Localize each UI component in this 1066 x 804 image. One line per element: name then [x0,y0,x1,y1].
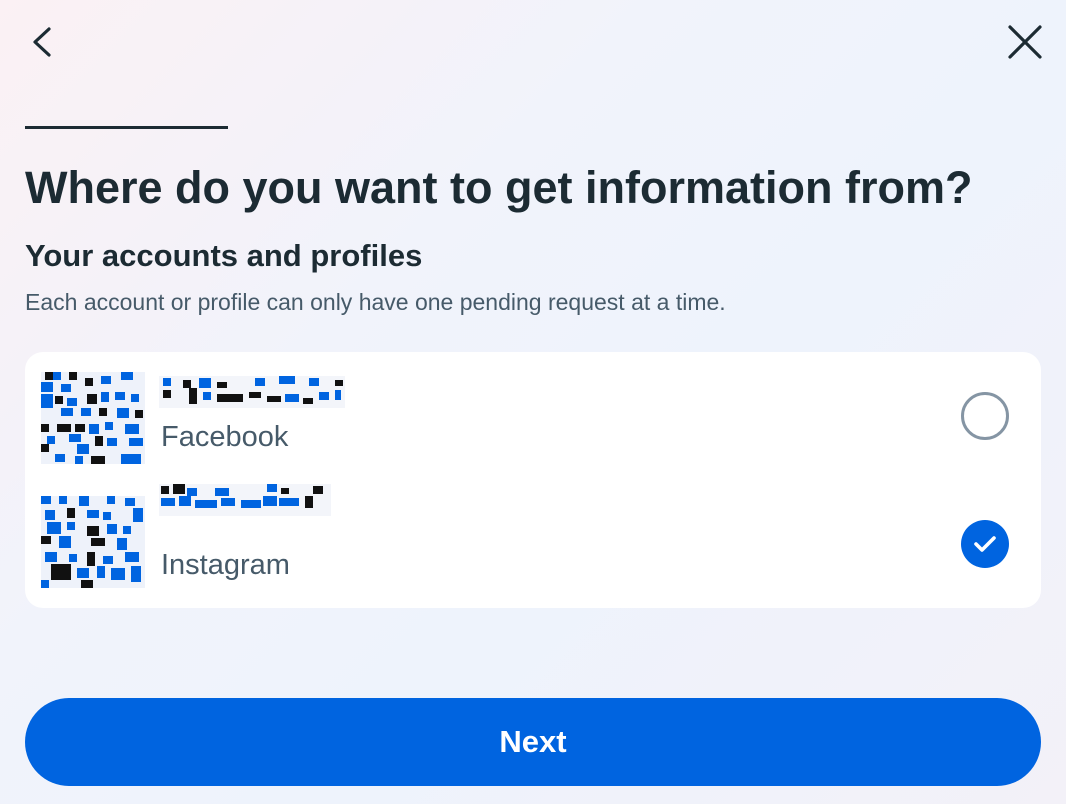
chevron-left-icon [33,27,51,57]
platform-label: Instagram [161,549,290,581]
progress-indicator [25,126,228,129]
avatar-redacted [41,496,145,588]
radio-button-unselected[interactable] [961,392,1009,440]
checkmark-icon [974,536,996,552]
page-title: Where do you want to get information fro… [25,162,973,213]
accounts-card: Facebook Instagram [25,352,1041,608]
platform-label: Facebook [161,421,289,453]
avatar-redacted [41,372,145,464]
account-name-redacted [159,376,345,408]
next-button[interactable]: Next [25,698,1041,786]
account-row-facebook[interactable]: Facebook [25,352,1041,480]
radio-button-selected[interactable] [961,520,1009,568]
section-description: Each account or profile can only have on… [25,289,726,315]
account-name-redacted [159,484,331,516]
section-title: Your accounts and profiles [25,238,423,273]
back-button[interactable] [14,14,70,70]
close-icon [1008,25,1042,59]
close-button[interactable] [997,14,1053,70]
account-row-instagram[interactable]: Instagram [25,480,1041,608]
